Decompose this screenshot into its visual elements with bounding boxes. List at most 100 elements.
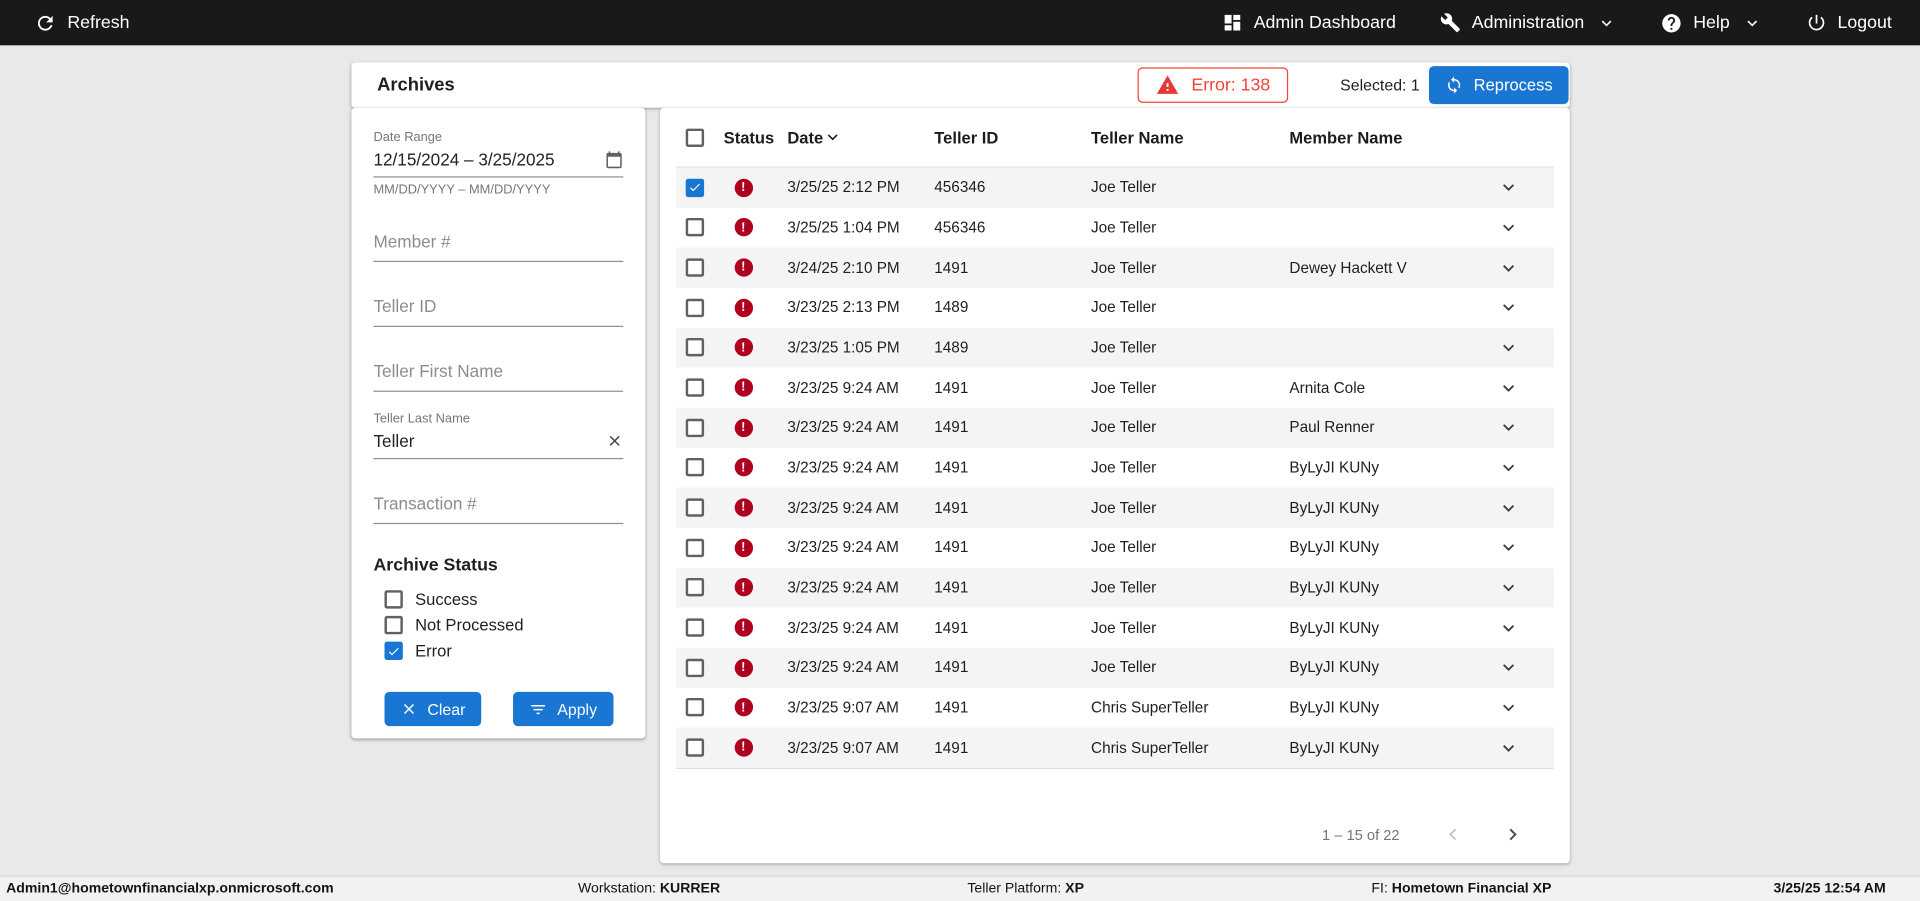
- table-row[interactable]: 3/25/25 2:12 PM 456346 Joe Teller: [676, 168, 1554, 208]
- row-checkbox[interactable]: [686, 299, 704, 317]
- error-checkbox[interactable]: [384, 642, 402, 660]
- row-checkbox[interactable]: [686, 578, 704, 596]
- teller-id-input[interactable]: [373, 289, 623, 327]
- row-checkbox[interactable]: [686, 658, 704, 676]
- power-icon: [1806, 12, 1827, 33]
- help-menu[interactable]: Help: [1660, 12, 1761, 34]
- clear-button[interactable]: Clear: [384, 692, 481, 726]
- column-header-teller-name[interactable]: Teller Name: [1080, 128, 1278, 146]
- row-checkbox[interactable]: [686, 618, 704, 636]
- row-expand-button[interactable]: [1497, 217, 1519, 239]
- chevron-down-icon: [1497, 577, 1519, 599]
- error-status-icon: [734, 498, 752, 516]
- table-row[interactable]: 3/23/25 9:24 AM 1491 Joe Teller ByLyJI K…: [676, 568, 1554, 608]
- platform-value: XP: [1065, 882, 1084, 897]
- row-teller-name: Chris SuperTeller: [1080, 739, 1278, 756]
- next-page-button[interactable]: [1501, 823, 1524, 846]
- table-row[interactable]: 3/23/25 9:07 AM 1491 Chris SuperTeller B…: [676, 728, 1554, 768]
- error-status-icon: [734, 259, 752, 277]
- row-date: 3/23/25 9:24 AM: [774, 619, 923, 636]
- table-row[interactable]: 3/23/25 9:24 AM 1491 Joe Teller Paul Ren…: [676, 408, 1554, 448]
- table-row[interactable]: 3/23/25 9:24 AM 1491 Joe Teller ByLyJI K…: [676, 488, 1554, 528]
- row-expand-button[interactable]: [1497, 617, 1519, 639]
- row-checkbox[interactable]: [686, 738, 704, 756]
- success-checkbox[interactable]: [384, 590, 402, 608]
- table-row[interactable]: 3/23/25 9:24 AM 1491 Joe Teller Arnita C…: [676, 368, 1554, 408]
- row-checkbox[interactable]: [686, 538, 704, 556]
- error-status-icon: [734, 458, 752, 476]
- table-row[interactable]: 3/23/25 9:24 AM 1491 Joe Teller ByLyJI K…: [676, 528, 1554, 568]
- checkbox-not-processed[interactable]: Not Processed: [373, 616, 623, 634]
- row-teller-id: 1491: [923, 659, 1080, 676]
- row-checkbox[interactable]: [686, 179, 704, 197]
- table-row[interactable]: 3/23/25 9:07 AM 1491 Chris SuperTeller B…: [676, 688, 1554, 728]
- row-expand-button[interactable]: [1497, 417, 1519, 439]
- table-row[interactable]: 3/24/25 2:10 PM 1491 Joe Teller Dewey Ha…: [676, 248, 1554, 288]
- reprocess-button[interactable]: Reprocess: [1430, 66, 1569, 104]
- teller-last-name-label: Teller Last Name: [373, 411, 623, 426]
- row-expand-button[interactable]: [1497, 177, 1519, 199]
- row-checkbox[interactable]: [686, 259, 704, 277]
- error-status-icon: [734, 339, 752, 357]
- column-header-status[interactable]: Status: [713, 128, 774, 146]
- date-range-input[interactable]: 12/15/2024 – 3/25/2025: [373, 144, 623, 177]
- row-checkbox[interactable]: [686, 458, 704, 476]
- row-expand-button[interactable]: [1497, 497, 1519, 519]
- table-row[interactable]: 3/23/25 9:24 AM 1491 Joe Teller ByLyJI K…: [676, 648, 1554, 688]
- transaction-number-input[interactable]: [373, 486, 623, 524]
- error-status-icon: [734, 418, 752, 436]
- row-checkbox[interactable]: [686, 698, 704, 716]
- refresh-label: Refresh: [67, 13, 129, 33]
- not-processed-checkbox[interactable]: [384, 616, 402, 634]
- table-row[interactable]: 3/23/25 9:24 AM 1491 Joe Teller ByLyJI K…: [676, 608, 1554, 648]
- row-expand-button[interactable]: [1497, 657, 1519, 679]
- row-checkbox[interactable]: [686, 379, 704, 397]
- row-expand-button[interactable]: [1497, 257, 1519, 279]
- table-row[interactable]: 3/25/25 1:04 PM 456346 Joe Teller: [676, 208, 1554, 248]
- close-icon[interactable]: [606, 432, 623, 449]
- teller-last-name-input[interactable]: [373, 431, 606, 451]
- row-expand-button[interactable]: [1497, 377, 1519, 399]
- column-header-teller-id[interactable]: Teller ID: [923, 128, 1080, 146]
- date-range-label: Date Range: [373, 130, 623, 145]
- row-checkbox[interactable]: [686, 339, 704, 357]
- apply-button[interactable]: Apply: [513, 692, 613, 726]
- row-expand-button[interactable]: [1497, 577, 1519, 599]
- logout-button[interactable]: Logout: [1806, 12, 1892, 33]
- select-all-checkbox[interactable]: [686, 128, 704, 146]
- row-expand-button[interactable]: [1497, 697, 1519, 719]
- checkbox-success[interactable]: Success: [373, 590, 623, 608]
- chevron-down-icon: [1497, 177, 1519, 199]
- row-expand-button[interactable]: [1497, 537, 1519, 559]
- refresh-button[interactable]: Refresh: [34, 12, 129, 34]
- row-expand-button[interactable]: [1497, 297, 1519, 319]
- table-row[interactable]: 3/23/25 9:24 AM 1491 Joe Teller ByLyJI K…: [676, 448, 1554, 488]
- row-expand-button[interactable]: [1497, 737, 1519, 759]
- column-header-member-name[interactable]: Member Name: [1278, 128, 1484, 146]
- administration-menu[interactable]: Administration: [1440, 12, 1616, 33]
- chevron-right-icon: [1501, 823, 1524, 846]
- row-checkbox[interactable]: [686, 498, 704, 516]
- admin-dashboard-button[interactable]: Admin Dashboard: [1222, 12, 1396, 33]
- help-label: Help: [1693, 13, 1730, 33]
- row-checkbox[interactable]: [686, 219, 704, 237]
- row-date: 3/23/25 9:24 AM: [774, 659, 923, 676]
- row-expand-button[interactable]: [1497, 457, 1519, 479]
- row-teller-id: 1491: [923, 619, 1080, 636]
- row-teller-id: 1491: [923, 699, 1080, 716]
- topbar-right-menu: Admin Dashboard Administration Help Logo…: [1222, 12, 1892, 34]
- warning-triangle-icon: [1156, 73, 1179, 96]
- topbar: Refresh Admin Dashboard Administration H…: [0, 0, 1920, 45]
- table-row[interactable]: 3/23/25 2:13 PM 1489 Joe Teller: [676, 288, 1554, 328]
- table-row[interactable]: 3/23/25 1:05 PM 1489 Joe Teller: [676, 328, 1554, 368]
- member-number-input[interactable]: [373, 224, 623, 262]
- row-teller-id: 1491: [923, 419, 1080, 436]
- column-header-date[interactable]: Date: [774, 127, 923, 147]
- calendar-icon[interactable]: [605, 150, 623, 168]
- teller-first-name-input[interactable]: [373, 354, 623, 392]
- previous-page-button[interactable]: [1441, 823, 1464, 846]
- checkbox-error[interactable]: Error: [373, 642, 623, 660]
- row-expand-button[interactable]: [1497, 337, 1519, 359]
- error-count-badge[interactable]: Error: 138: [1137, 67, 1288, 103]
- row-checkbox[interactable]: [686, 418, 704, 436]
